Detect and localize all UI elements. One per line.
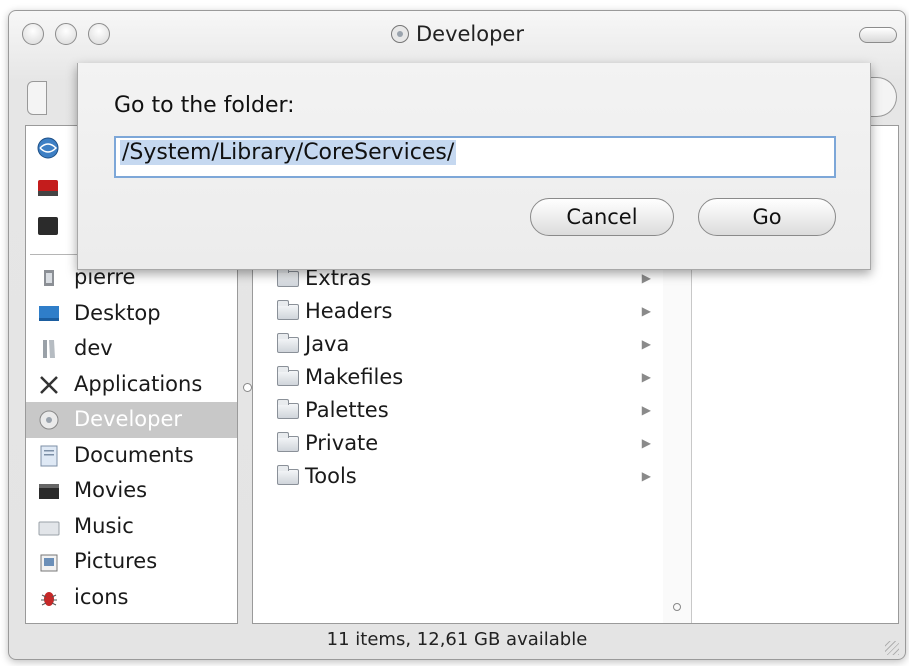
pictures-icon [40,554,58,572]
window-title: Developer [9,22,905,46]
folder-row-private[interactable]: Private ▶ [253,427,663,460]
documents-icon [40,445,58,466]
sidebar-item-documents[interactable]: Documents [26,438,237,474]
movies-icon [39,484,59,499]
folder-icon [277,333,299,353]
applications-icon [40,375,58,394]
folder-icon [277,399,299,419]
disclosure-arrow-icon: ▶ [641,304,651,318]
folder-row-makefiles[interactable]: Makefiles ▶ [253,361,663,394]
sheet-prompt: Go to the folder: [114,93,295,118]
folder-row-tools[interactable]: Tools ▶ [253,460,663,493]
folder-row-palettes[interactable]: Palettes ▶ [253,394,663,427]
sidebar-item-dev[interactable]: dev [26,331,237,367]
go-button[interactable]: Go [698,198,836,236]
disclosure-arrow-icon: ▶ [641,370,651,384]
disclosure-arrow-icon: ▶ [641,403,651,417]
folder-icon [43,340,55,358]
sidebar-resize-handle[interactable] [243,383,252,392]
disk-icon [390,25,409,43]
cancel-button[interactable]: Cancel [530,198,674,236]
hard-disk-icon[interactable] [36,214,60,238]
selected-path-text: /System/Library/CoreServices/ [120,140,457,165]
search-field-edge[interactable] [869,77,897,117]
desktop-icon [39,305,59,321]
sidebar-item-icons[interactable]: icons [26,580,237,616]
status-bar: 11 items, 12,61 GB available [326,629,588,650]
toolbar-toggle-button[interactable] [859,27,897,43]
folder-icon [277,366,299,386]
folder-icon [277,465,299,485]
sidebar-item-movies[interactable]: Movies [26,473,237,509]
external-disk-icon[interactable] [36,176,60,200]
finder-window: Developer pierre Desktop dev Application… [8,10,906,660]
disclosure-arrow-icon: ▶ [641,436,651,450]
folder-icon [277,300,299,320]
sidebar-item-pictures[interactable]: Pictures [26,544,237,580]
column-resize-handle[interactable] [673,603,681,611]
folder-row-headers[interactable]: Headers ▶ [253,295,663,328]
folder-path-input[interactable]: /System/Library/CoreServices/ [114,136,836,178]
go-to-folder-sheet: Go to the folder: /System/Library/CoreSe… [77,63,871,270]
back-button[interactable] [27,81,47,115]
sidebar-item-music[interactable]: Music [26,509,237,545]
music-icon [38,521,60,535]
resize-grip-icon[interactable] [885,641,899,655]
folder-icon [277,267,299,287]
folder-row-java[interactable]: Java ▶ [253,328,663,361]
folder-icon [277,432,299,452]
disk-icon [39,410,59,430]
bug-icon [41,591,57,606]
network-icon[interactable] [36,136,60,160]
places-list: pierre Desktop dev Applications Develope… [26,260,237,615]
sidebar-item-desktop[interactable]: Desktop [26,296,237,332]
sidebar-item-developer[interactable]: Developer [26,402,237,438]
home-icon [44,270,54,286]
sidebar-item-applications[interactable]: Applications [26,367,237,403]
disclosure-arrow-icon: ▶ [641,337,651,351]
disclosure-arrow-icon: ▶ [641,469,651,483]
